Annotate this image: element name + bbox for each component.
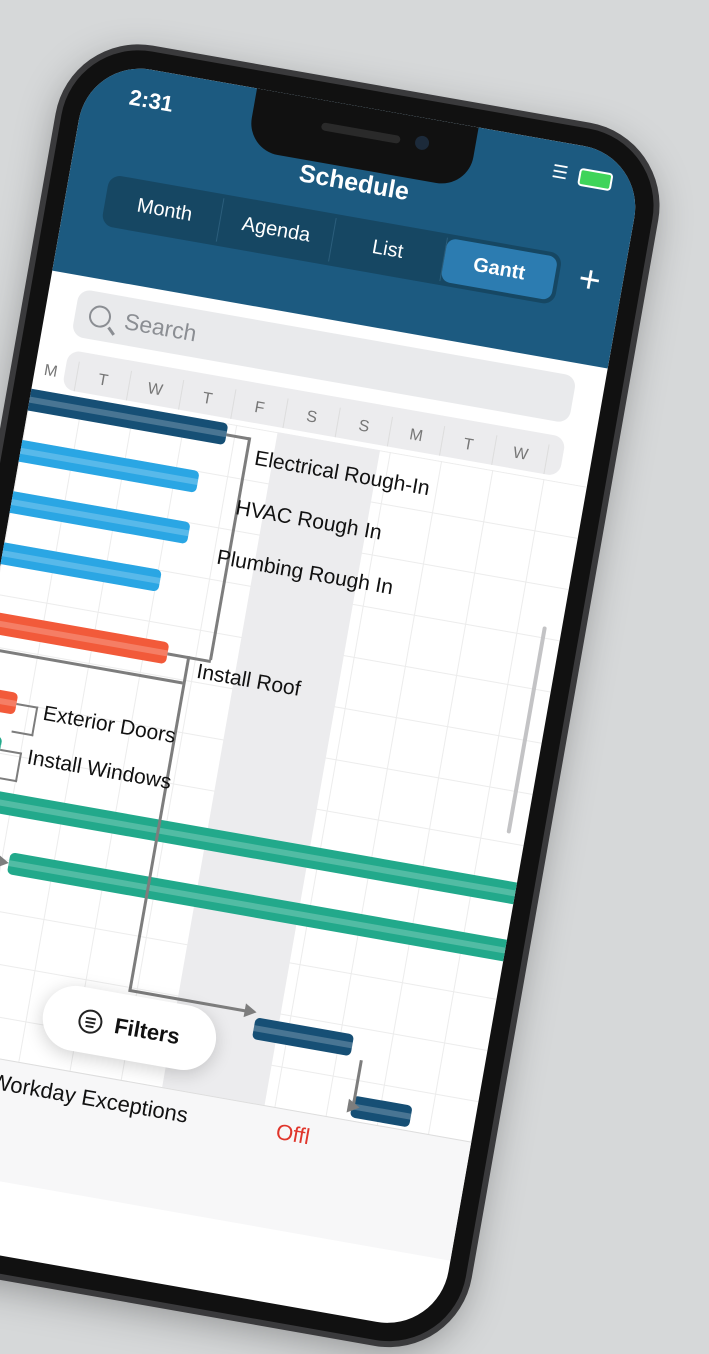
task-label: Install Windows — [25, 745, 174, 794]
dependency-line — [0, 748, 23, 783]
gantt-bar[interactable] — [0, 436, 200, 493]
gantt-bar[interactable] — [0, 538, 162, 592]
app-screen: 2:31 ☰ Schedule Month Agenda List Gantt … — [0, 58, 646, 1333]
search-icon — [87, 303, 113, 330]
speaker — [320, 122, 401, 144]
status-icons: ☰ — [550, 161, 614, 192]
status-time: 2:31 — [127, 84, 176, 117]
arrow-icon — [243, 1003, 258, 1020]
dependency-line — [226, 433, 251, 440]
phone-frame: 2:31 ☰ Schedule Month Agenda List Gantt … — [0, 38, 666, 1354]
search-placeholder: Search — [122, 307, 199, 346]
camera — [413, 134, 431, 151]
tab-gantt[interactable]: Gantt — [440, 237, 559, 301]
gantt-bar[interactable] — [0, 487, 191, 545]
arrow-icon — [346, 1098, 361, 1115]
tab-month[interactable]: Month — [105, 178, 225, 242]
dependency-line — [11, 702, 39, 737]
filters-icon — [77, 1007, 105, 1036]
task-label: Exterior Doors — [41, 701, 178, 748]
tab-offline[interactable]: Offl — [274, 1119, 312, 1150]
plus-icon[interactable]: + — [575, 257, 604, 303]
battery-icon — [576, 167, 614, 192]
filters-label: Filters — [112, 1012, 182, 1049]
wifi-icon: ☰ — [550, 161, 570, 184]
tab-list[interactable]: List — [328, 218, 448, 282]
tab-agenda[interactable]: Agenda — [217, 198, 337, 262]
